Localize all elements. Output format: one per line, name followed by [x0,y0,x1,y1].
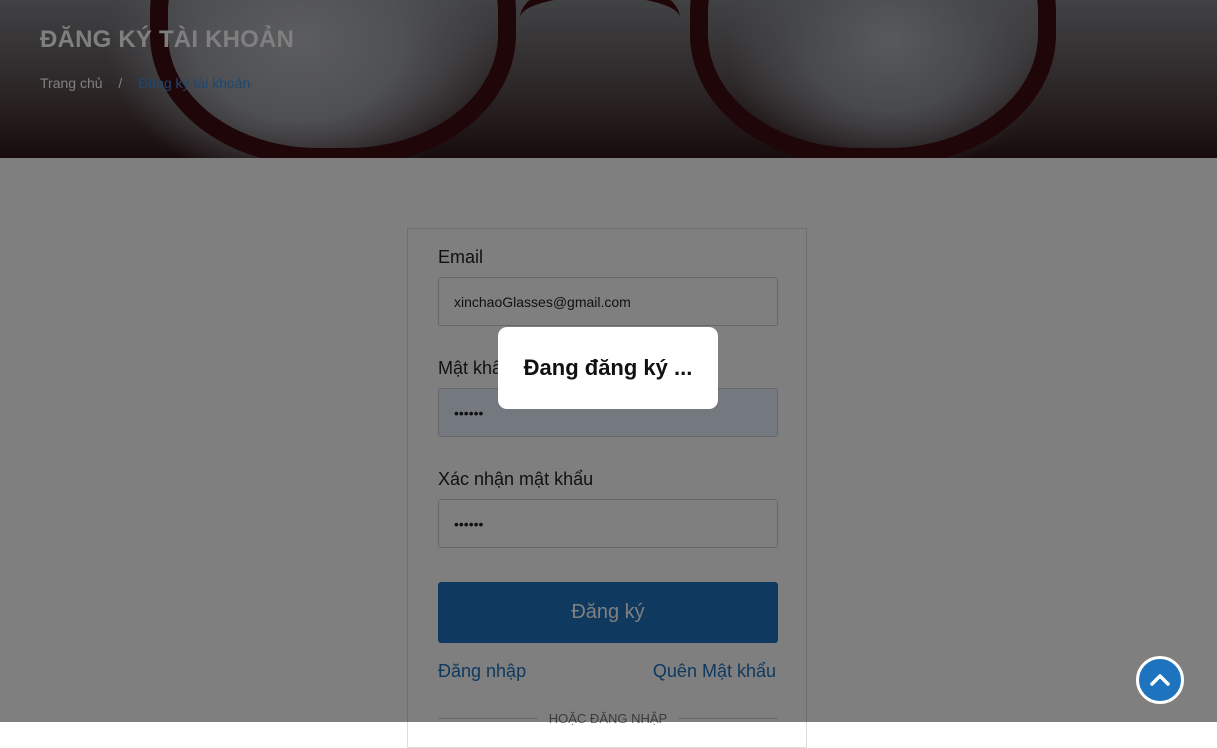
loading-message: Đang đăng ký ... [523,355,693,380]
loading-dialog: Đang đăng ký ... [498,327,718,409]
back-to-top-button[interactable] [1136,656,1184,704]
chevron-up-icon [1150,674,1170,686]
